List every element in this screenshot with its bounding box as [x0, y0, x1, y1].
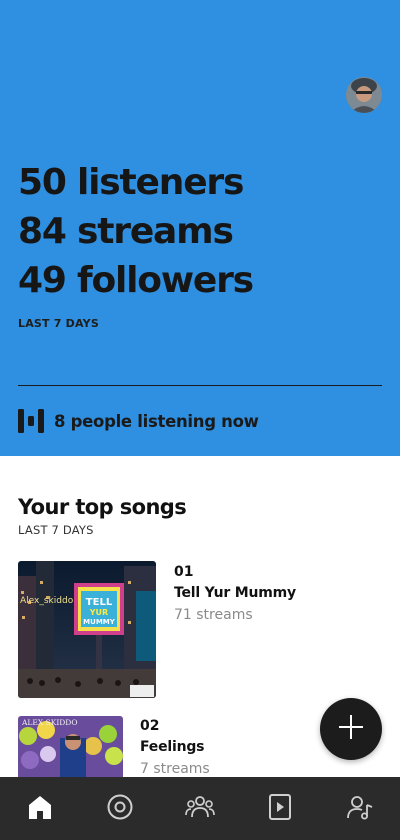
user-avatar-image: [346, 77, 382, 113]
song-streams: 7 streams: [140, 761, 210, 777]
top-song-item[interactable]: TELL YUR MUMMY Alex_skiddo 01 Tell Yur M…: [18, 561, 318, 698]
nav-profile[interactable]: [320, 777, 400, 840]
svg-text:Alex_skiddo: Alex_skiddo: [20, 596, 74, 606]
plus-icon: [338, 714, 364, 744]
top-songs-period: LAST 7 DAYS: [18, 523, 94, 537]
audience-icon: [185, 793, 215, 825]
video-icon: [267, 793, 293, 825]
top-songs-title: Your top songs: [18, 495, 187, 519]
song-streams: 71 streams: [174, 607, 253, 623]
svg-text:ALEX SKIDDO: ALEX SKIDDO: [21, 718, 77, 727]
stats-list: 50 listeners 84 streams 49 followers: [18, 158, 254, 305]
nav-music[interactable]: [80, 777, 160, 840]
svg-text:YUR: YUR: [89, 608, 108, 617]
nav-home[interactable]: [0, 777, 80, 840]
top-song-item[interactable]: ALEX SKIDDO 02 Feelings 7 streams: [18, 716, 318, 777]
avatar[interactable]: [346, 77, 382, 113]
song-title: Feelings: [140, 739, 205, 755]
live-listeners-text: 8 people listening now: [54, 411, 259, 431]
divider: [18, 385, 382, 386]
listeners-stat: 50 listeners: [18, 162, 244, 203]
add-button[interactable]: [320, 698, 382, 760]
svg-text:MUMMY: MUMMY: [83, 618, 116, 626]
song-title: Tell Yur Mummy: [174, 585, 296, 601]
music-disc-icon: [106, 793, 134, 825]
artist-profile-icon: [346, 793, 374, 825]
song-artwork: TELL YUR MUMMY Alex_skiddo: [18, 561, 156, 698]
song-rank: 02: [140, 718, 160, 734]
bottom-nav: [0, 777, 400, 840]
home-icon: [26, 793, 54, 825]
followers-stat: 49 followers: [18, 260, 254, 301]
live-listeners-row[interactable]: 8 people listening now: [18, 407, 259, 435]
svg-text:TELL: TELL: [86, 597, 113, 608]
song-info: 02 Feelings 7 streams: [140, 716, 210, 777]
song-rank: 01: [174, 564, 194, 580]
stats-period-label: LAST 7 DAYS: [18, 317, 99, 330]
streams-stat: 84 streams: [18, 211, 234, 252]
nav-video[interactable]: [240, 777, 320, 840]
song-info: 01 Tell Yur Mummy 71 streams: [174, 562, 296, 626]
nav-audience[interactable]: [160, 777, 240, 840]
stats-hero: 50 listeners 84 streams 49 followers LAS…: [0, 0, 400, 456]
song-artwork: ALEX SKIDDO: [18, 716, 123, 777]
live-listening-icon: [18, 407, 44, 435]
